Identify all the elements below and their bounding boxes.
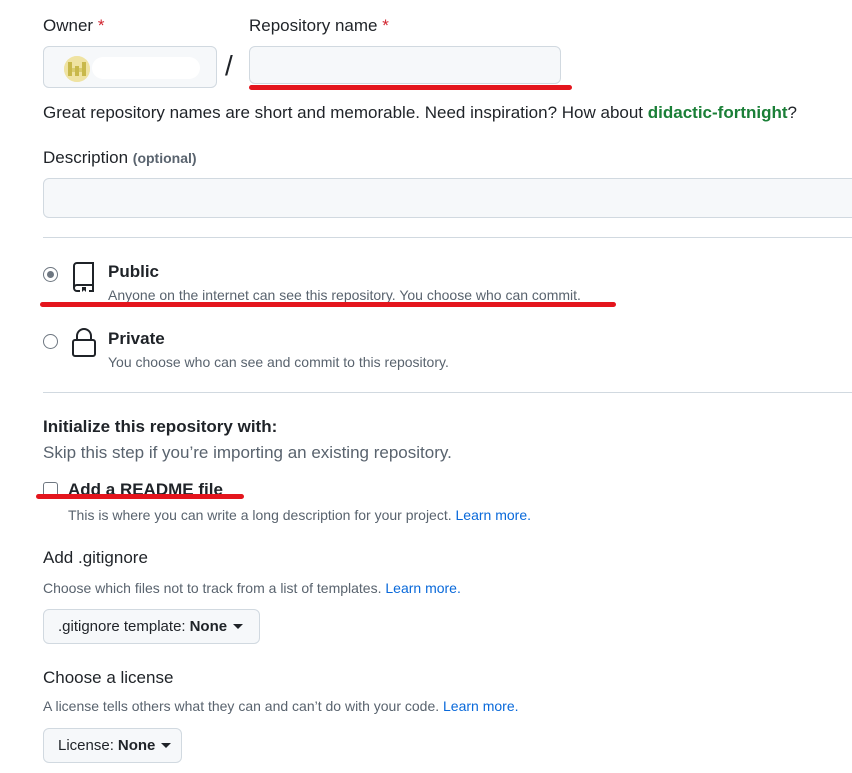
private-description: You choose who can see and commit to thi… — [108, 354, 449, 370]
readme-desc-text: This is where you can write a long descr… — [68, 507, 452, 523]
readme-learn-more-link[interactable]: Learn more. — [456, 507, 531, 523]
description-optional: (optional) — [132, 150, 197, 166]
license-desc-text: A license tells others what they can and… — [43, 698, 440, 714]
owner-required-mark: * — [97, 16, 105, 35]
repo-icon — [73, 262, 94, 292]
license-learn-more-link[interactable]: Learn more. — [443, 698, 518, 714]
avatar — [64, 56, 90, 82]
license-dropdown[interactable]: License: None — [43, 728, 182, 763]
private-radio[interactable] — [43, 334, 58, 349]
repo-name-input[interactable] — [249, 46, 561, 84]
owner-label: Owner * — [43, 16, 104, 36]
hint-text: Great repository names are short and mem… — [43, 103, 648, 122]
init-heading: Initialize this repository with: — [43, 417, 278, 436]
gitignore-template-dropdown[interactable]: .gitignore template: None — [43, 609, 260, 644]
owner-name-redacted — [92, 57, 200, 79]
gitignore-description: Choose which files not to track from a l… — [43, 580, 461, 596]
avatar-identicon-icon — [64, 56, 90, 82]
gitignore-heading: Add .gitignore — [43, 548, 148, 567]
public-radio[interactable] — [43, 267, 58, 282]
annotation-underline-repo-name — [249, 85, 572, 90]
gitignore-learn-more-link[interactable]: Learn more. — [385, 580, 460, 596]
lock-icon — [72, 328, 96, 357]
divider-1 — [43, 237, 852, 238]
annotation-underline-public — [40, 302, 616, 307]
gitignore-desc-text: Choose which files not to track from a l… — [43, 580, 382, 596]
annotation-underline-readme — [36, 494, 244, 499]
hint-end: ? — [787, 103, 797, 122]
owner-label-text: Owner — [43, 16, 94, 35]
private-title: Private — [108, 329, 165, 348]
description-input[interactable] — [43, 178, 852, 218]
readme-description: This is where you can write a long descr… — [68, 507, 531, 523]
gitignore-button-prefix: .gitignore template: — [58, 618, 186, 635]
owner-select[interactable] — [43, 46, 217, 88]
description-label: Description (optional) — [43, 148, 197, 168]
owner-repo-separator: / — [225, 50, 233, 81]
divider-2 — [43, 392, 852, 393]
description-label-text: Description — [43, 148, 129, 167]
license-description: A license tells others what they can and… — [43, 698, 519, 714]
repo-name-label-text: Repository name — [249, 16, 378, 35]
repo-name-hint: Great repository names are short and mem… — [43, 103, 797, 123]
repo-name-required-mark: * — [382, 16, 389, 35]
license-heading: Choose a license — [43, 668, 174, 687]
init-subheading: Skip this step if you’re importing an ex… — [43, 443, 452, 462]
public-description: Anyone on the internet can see this repo… — [108, 287, 581, 303]
gitignore-button-value: None — [189, 618, 228, 635]
caret-down-icon — [161, 743, 172, 748]
license-button-prefix: License: — [58, 737, 114, 754]
repo-name-label: Repository name * — [249, 16, 389, 36]
license-button-value: None — [117, 737, 156, 754]
public-title: Public — [108, 262, 160, 281]
caret-down-icon — [233, 624, 244, 629]
name-suggestion-link[interactable]: didactic-fortnight — [648, 103, 788, 122]
